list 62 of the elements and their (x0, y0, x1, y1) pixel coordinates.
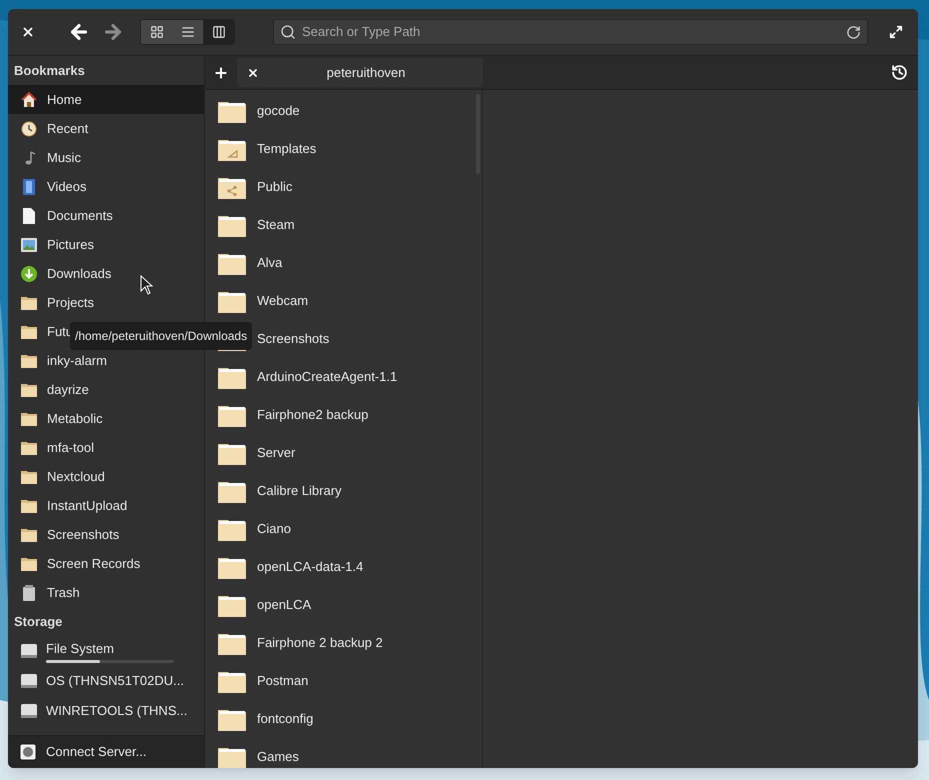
list-view-icon (180, 25, 194, 39)
folder-row[interactable]: Webcam (205, 282, 476, 320)
folder-icon (21, 324, 37, 338)
image-icon (21, 238, 37, 252)
document-icon (23, 208, 35, 224)
folder-row[interactable]: Calibre Library (205, 472, 476, 510)
history-icon (891, 64, 908, 81)
connect-server-button[interactable]: Connect Server... (8, 735, 204, 768)
columns-view-icon (212, 25, 226, 39)
clock-icon (21, 120, 37, 136)
view-mode-button[interactable] (172, 20, 203, 44)
folder-row[interactable]: gocode (205, 92, 476, 130)
folder-icon (21, 470, 37, 484)
download-icon (21, 266, 37, 282)
view-mode-button[interactable] (203, 20, 234, 44)
folder-row[interactable]: Games (205, 738, 476, 768)
folder-row[interactable]: openLCA (205, 586, 476, 624)
folder-row[interactable]: Steam (205, 206, 476, 244)
cursor-icon (140, 275, 153, 295)
close-icon (21, 25, 35, 39)
grid-view-icon (150, 25, 164, 39)
server-icon (20, 744, 36, 760)
expand-icon (889, 25, 903, 39)
search-bar[interactable]: Search or Type Path (273, 19, 868, 45)
folder-icon (21, 382, 37, 396)
folder-row[interactable]: ArduinoCreateAgent-1.1 (205, 358, 476, 396)
sidebar-item[interactable]: OS (THNSN51T02DU... (8, 666, 204, 696)
folder-icon (21, 354, 37, 368)
tab-title: peteruithoven (326, 64, 406, 82)
folder-row[interactable]: Public (205, 168, 476, 206)
drive-icon (20, 643, 38, 659)
folder-row[interactable]: openLCA-data-1.4 (205, 548, 476, 586)
folder-row[interactable]: Fairphone2 backup (205, 396, 476, 434)
reload-icon (846, 24, 861, 40)
tooltip: /home/peteruithoven/Downloads (70, 322, 252, 350)
folder-icon (21, 412, 37, 426)
drive-icon (20, 703, 38, 719)
folder-icon (21, 556, 37, 570)
folder-icon (21, 528, 37, 542)
folder-row[interactable]: Fairphone 2 backup 2 (205, 624, 476, 662)
folder-icon (21, 440, 37, 454)
folder-row[interactable]: Ciano (205, 510, 476, 548)
folder-row[interactable]: fontconfig (205, 700, 476, 738)
folder-row[interactable]: Templates (205, 130, 476, 168)
folder-icon (21, 498, 37, 512)
drive-icon (20, 673, 38, 689)
folder-row[interactable]: Postman (205, 662, 476, 700)
trash-icon (22, 584, 36, 600)
search-icon (280, 24, 296, 40)
sidebar-item[interactable]: File System (8, 636, 204, 666)
close-icon (247, 66, 259, 78)
folder-row[interactable]: Server (205, 434, 476, 472)
tab[interactable]: peteruithoven (237, 58, 483, 87)
view-mode-button[interactable] (141, 20, 172, 44)
folder-icon (21, 296, 37, 310)
section-heading: Storage (13, 613, 64, 631)
section-heading: Bookmarks (13, 62, 86, 80)
house-icon (21, 92, 37, 108)
film-icon (23, 178, 35, 194)
sidebar-item[interactable]: WINRETOOLS (THNS... (8, 696, 204, 726)
sidebar-item[interactable]: Home (8, 85, 204, 114)
folder-row[interactable]: Alva (205, 244, 476, 282)
